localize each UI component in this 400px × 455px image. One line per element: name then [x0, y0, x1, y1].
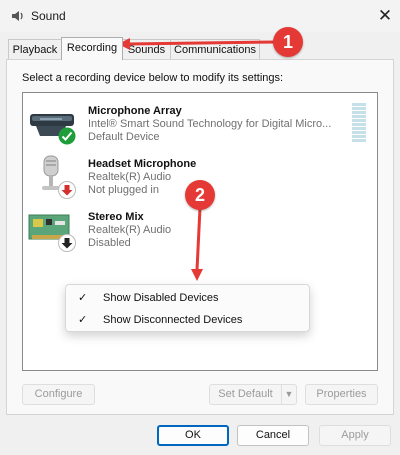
tab-communications[interactable]: Communications: [170, 39, 260, 59]
tab-playback[interactable]: Playback: [8, 39, 62, 59]
properties-button[interactable]: Properties: [305, 384, 378, 405]
window-title: Sound: [31, 9, 66, 23]
apply-button[interactable]: Apply: [319, 425, 391, 446]
tab-recording[interactable]: Recording: [61, 37, 123, 60]
device-name: Microphone Array: [88, 105, 182, 117]
device-driver: Intel® Smart Sound Technology for Digita…: [88, 118, 332, 130]
instruction-text: Select a recording device below to modif…: [22, 72, 284, 84]
check-icon: ✓: [78, 292, 88, 304]
close-button[interactable]: ✕: [374, 5, 396, 27]
menu-item-label: Show Disconnected Devices: [103, 314, 243, 326]
device-name: Stereo Mix: [88, 211, 144, 223]
device-driver: Realtek(R) Audio: [88, 224, 172, 236]
device-status: Default Device: [88, 131, 160, 143]
set-default-dropdown[interactable]: ▼: [281, 384, 297, 405]
level-meter: [352, 103, 366, 145]
device-status: Disabled: [88, 237, 131, 249]
ok-button[interactable]: OK: [157, 425, 229, 446]
menu-item-show-disconnected[interactable]: ✓ Show Disconnected Devices: [66, 309, 311, 331]
menu-item-show-disabled[interactable]: ✓ Show Disabled Devices: [66, 287, 311, 309]
black-down-arrow-icon: [58, 234, 76, 252]
annotation-badge-2: 2: [185, 180, 215, 210]
device-item[interactable]: [28, 208, 368, 252]
set-default-button[interactable]: Set Default: [209, 384, 282, 405]
annotation-badge-1: 1: [273, 27, 303, 57]
device-driver: Realtek(R) Audio: [88, 171, 172, 183]
red-down-arrow-icon: [58, 181, 76, 199]
device-name: Headset Microphone: [88, 158, 197, 170]
context-menu: ✓ Show Disabled Devices ✓ Show Disconnec…: [65, 284, 310, 332]
device-status: Not plugged in: [88, 184, 159, 196]
cancel-button[interactable]: Cancel: [237, 425, 309, 446]
check-icon: ✓: [78, 314, 88, 326]
check-icon: [58, 127, 76, 145]
speaker-icon: [12, 11, 23, 21]
configure-button[interactable]: Configure: [22, 384, 95, 405]
menu-item-label: Show Disabled Devices: [103, 292, 219, 304]
tab-sounds[interactable]: Sounds: [122, 39, 171, 59]
